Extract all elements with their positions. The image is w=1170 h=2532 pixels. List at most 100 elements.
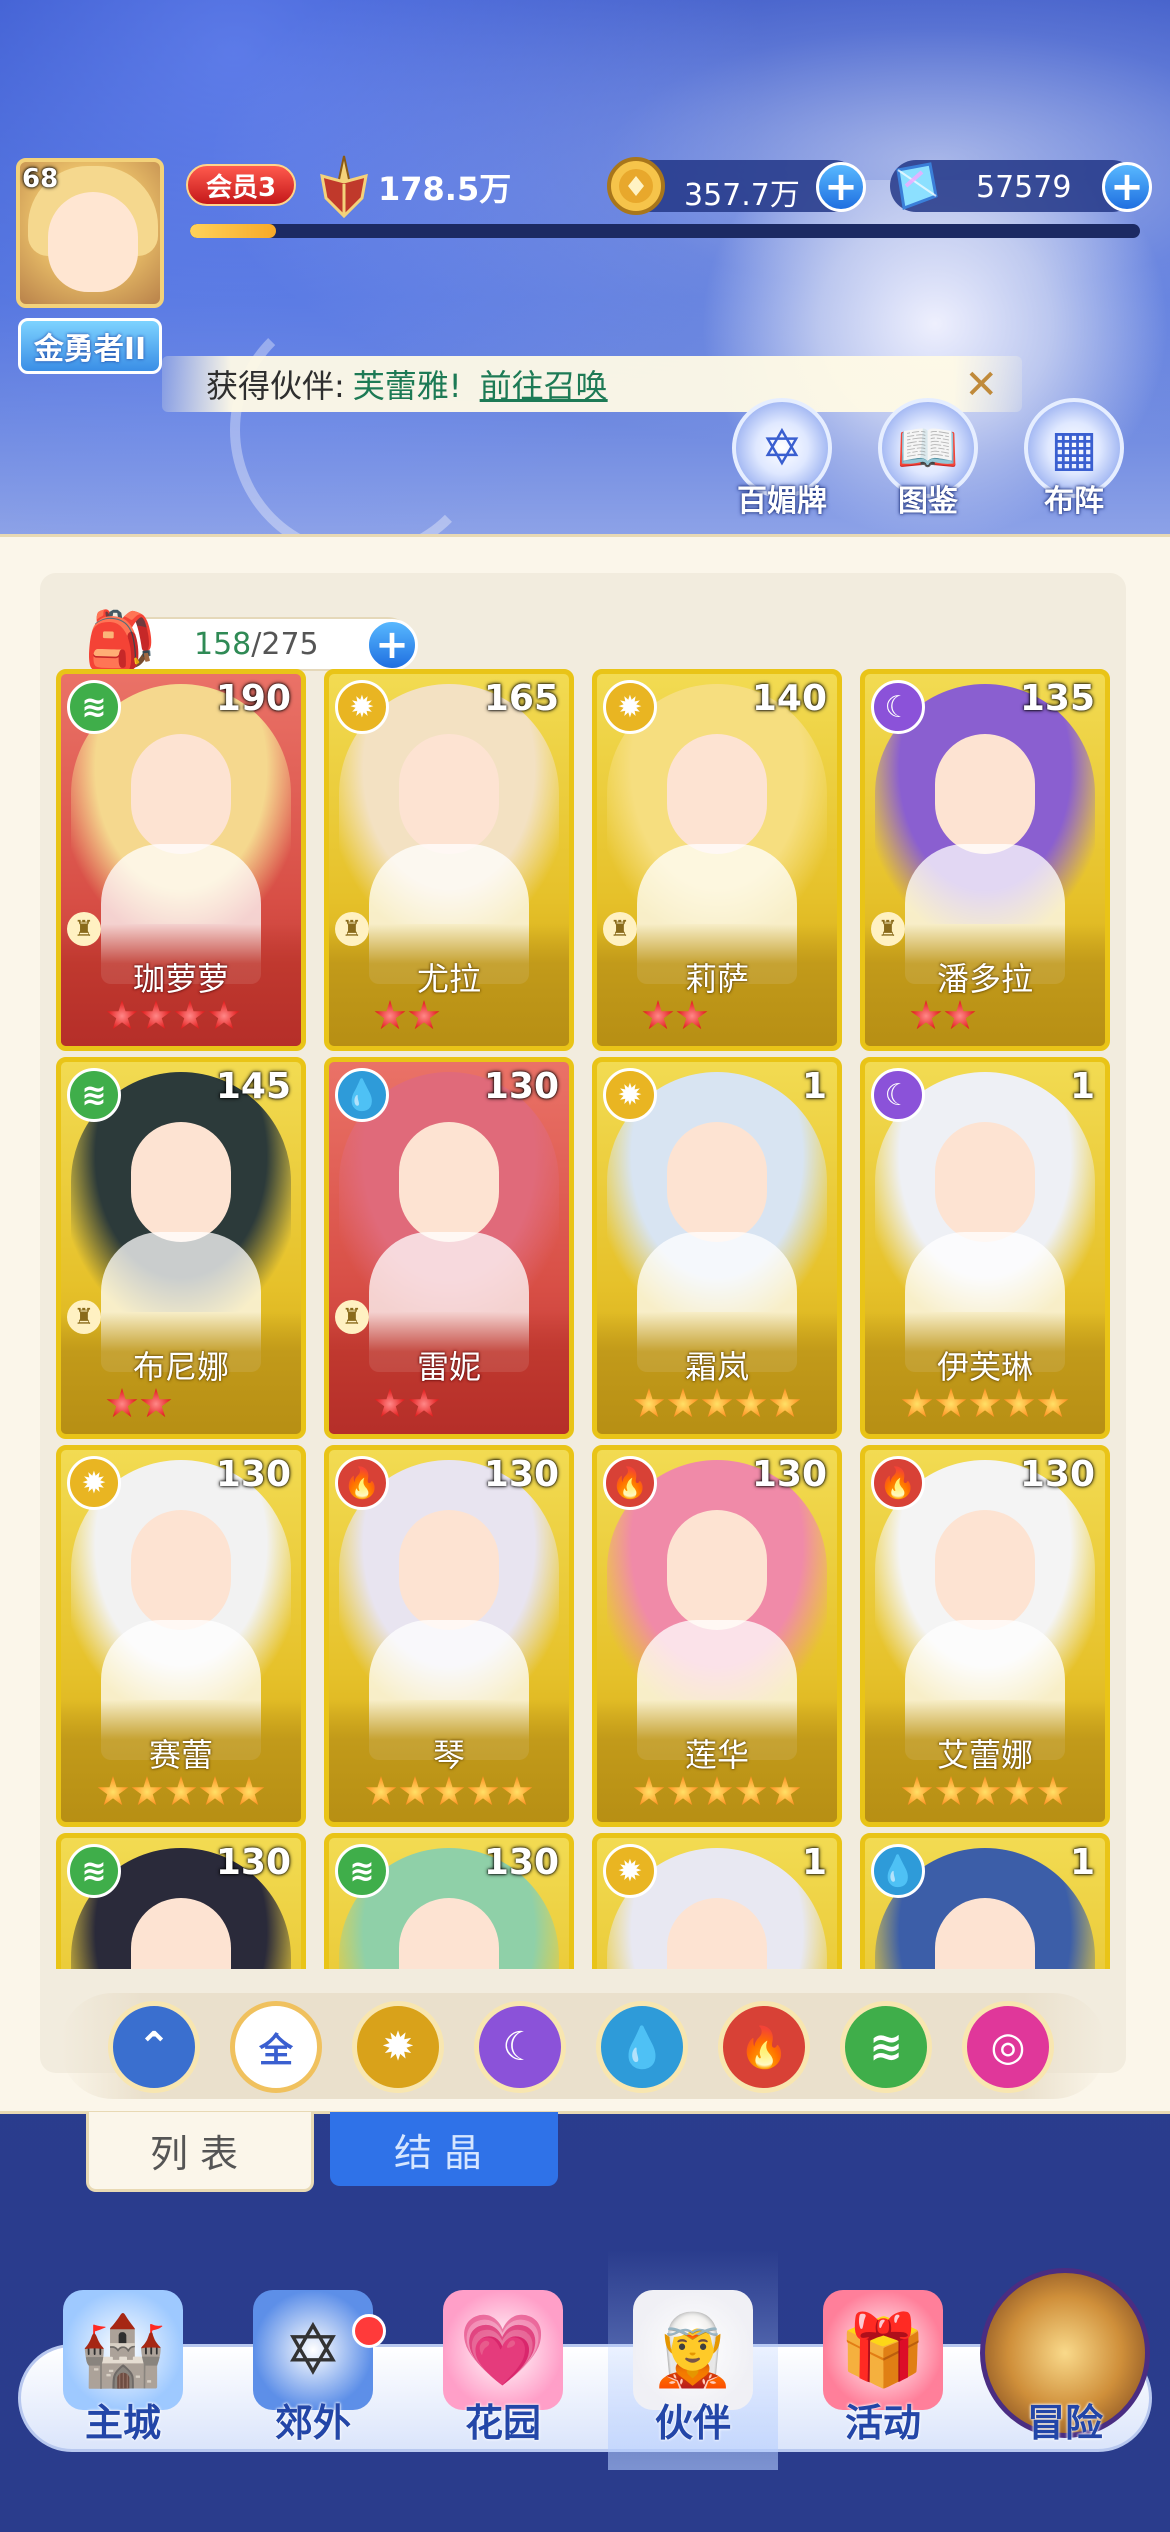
partner-name: 莲华: [684, 1736, 749, 1774]
tower-icon: ♜: [67, 912, 101, 946]
partner-level: 1: [1069, 1842, 1095, 1883]
star-icon: [667, 1776, 699, 1806]
star-icon: [769, 1776, 801, 1806]
star-icon: [374, 1000, 406, 1030]
star-rating: [61, 1000, 301, 1032]
nav-label-adventure[interactable]: 冒险: [980, 2392, 1150, 2447]
light-element-icon: ✹: [603, 1844, 657, 1898]
fire-element-icon: 🔥: [871, 1456, 925, 1510]
tab-crystal[interactable]: 结晶: [330, 2112, 558, 2186]
water-element-icon: 💧: [871, 1844, 925, 1898]
partner-name: 艾蕾娜: [936, 1736, 1033, 1774]
partner-card[interactable]: ☾ 135 ♜ 潘多拉: [860, 669, 1110, 1051]
star-icon: [676, 1000, 708, 1030]
partner-card[interactable]: ✹ 130 赛蕾: [56, 1445, 306, 1827]
moon-element-icon: ☾: [871, 1068, 925, 1122]
gem-counter: 57579: [890, 160, 1138, 212]
star-rating: [329, 1776, 569, 1808]
partner-card[interactable]: ≋ 145 ♜ 布尼娜: [56, 1057, 306, 1439]
star-rating: [865, 1776, 1105, 1808]
partner-name: 霜岚: [684, 1348, 749, 1386]
partner-card[interactable]: ✹ 140 ♜ 莉萨: [592, 669, 842, 1051]
partner-level: 145: [215, 1066, 291, 1107]
crystal-icon: [896, 162, 938, 211]
add-gem-button[interactable]: +: [1102, 162, 1152, 212]
star-icon: [1003, 1776, 1035, 1806]
nav-item-heart[interactable]: 💗 花园: [418, 2250, 588, 2470]
star-icon: [944, 1000, 976, 1030]
nav-label: 主城: [84, 2401, 161, 2445]
star-icon: [901, 1776, 933, 1806]
partner-card[interactable]: ✹ 1 霜岚: [592, 1057, 842, 1439]
hundred-charm-card-label: 百媚牌: [737, 484, 827, 519]
filter-all[interactable]: 全: [230, 2001, 322, 2093]
partner-level: 130: [483, 1842, 559, 1883]
star-icon: [935, 1388, 967, 1418]
partner-card[interactable]: ≋ 190 ♜ 珈萝萝: [56, 669, 306, 1051]
star-icon: [735, 1388, 767, 1418]
star-icon: [408, 1388, 440, 1418]
fire-icon: 🔥: [739, 2024, 789, 2071]
filter-light[interactable]: ✹: [352, 2001, 444, 2093]
filter-collapse[interactable]: ⌃: [108, 2001, 200, 2093]
vip-badge[interactable]: 会员3: [186, 164, 296, 206]
filter-water[interactable]: 💧: [596, 2001, 688, 2093]
star-icon: [667, 1388, 699, 1418]
codex-button[interactable]: 📖 图鉴: [868, 398, 988, 520]
expand-capacity-button[interactable]: +: [366, 619, 418, 671]
filter-wind[interactable]: ≋: [840, 2001, 932, 2093]
power-value: 178.5万: [378, 170, 512, 208]
fire-element-icon: 🔥: [335, 1456, 389, 1510]
partner-level: 140: [751, 678, 827, 719]
partner-level: 1: [801, 1842, 827, 1883]
filter-moon[interactable]: ☾: [474, 2001, 566, 2093]
partner-card[interactable]: ✹ 165 ♜ 尤拉: [324, 669, 574, 1051]
notice-summon-link[interactable]: 前往召唤: [480, 361, 608, 407]
nav-item-castle[interactable]: 🏰 主城: [38, 2250, 208, 2470]
partner-card[interactable]: 🔥 130 琴: [324, 1445, 574, 1827]
partner-card[interactable]: ≋ 130: [56, 1833, 306, 1969]
nav-item-portal[interactable]: ✡ 郊外: [228, 2250, 398, 2470]
partner-card[interactable]: ☾ 1 伊芙琳: [860, 1057, 1110, 1439]
partner-name: 尤拉: [416, 960, 481, 998]
filter-pink[interactable]: ◎: [962, 2001, 1054, 2093]
light-element-icon: ✹: [603, 1068, 657, 1122]
formation-label: 布阵: [1044, 484, 1104, 519]
star-icon: [701, 1388, 733, 1418]
formation-button[interactable]: ▦ 布阵: [1014, 398, 1134, 520]
moon-element-icon: ☾: [871, 680, 925, 734]
partner-level: 1: [801, 1066, 827, 1107]
capacity-max: /275: [251, 626, 319, 662]
filter-fire[interactable]: 🔥: [718, 2001, 810, 2093]
star-icon: [901, 1388, 933, 1418]
partner-card[interactable]: 💧 130 ♜ 雷妮: [324, 1057, 574, 1439]
star-icon: [433, 1776, 465, 1806]
light-element-icon: ✹: [67, 1456, 121, 1510]
star-icon: [365, 1776, 397, 1806]
nav-label: 郊外: [274, 2401, 351, 2445]
partner-level: 130: [215, 1842, 291, 1883]
orbit-icon: ◎: [990, 2024, 1026, 2070]
partner-level: 130: [751, 1454, 827, 1495]
add-gold-button[interactable]: +: [816, 162, 866, 212]
partner-card[interactable]: 🔥 130 莲华: [592, 1445, 842, 1827]
nav-item-gift[interactable]: 🎁 活动: [798, 2250, 968, 2470]
rank-badge[interactable]: 金勇者II: [18, 318, 162, 374]
nav-label: 活动: [844, 2401, 921, 2445]
star-icon: [140, 1000, 172, 1030]
partner-card[interactable]: 🔥 130 艾蕾娜: [860, 1445, 1110, 1827]
partner-card[interactable]: ✹ 1: [592, 1833, 842, 1969]
tab-list[interactable]: 列表: [86, 2112, 314, 2192]
hundred-charm-card-button[interactable]: ✡ 百媚牌: [722, 398, 842, 520]
partner-card[interactable]: 💧 1: [860, 1833, 1110, 1969]
star-icon: [633, 1388, 665, 1418]
partner-name: 琴: [432, 1736, 465, 1774]
partner-name: 雷妮: [416, 1348, 481, 1386]
partner-level: 130: [483, 1066, 559, 1107]
partner-card[interactable]: ≋ 130: [324, 1833, 574, 1969]
wind-element-icon: ≋: [335, 1844, 389, 1898]
star-rating: [61, 1388, 301, 1420]
codex-label: 图鉴: [898, 484, 958, 519]
star-rating: [597, 1000, 837, 1032]
nav-item-partner[interactable]: 🧝 伙伴: [608, 2250, 778, 2470]
